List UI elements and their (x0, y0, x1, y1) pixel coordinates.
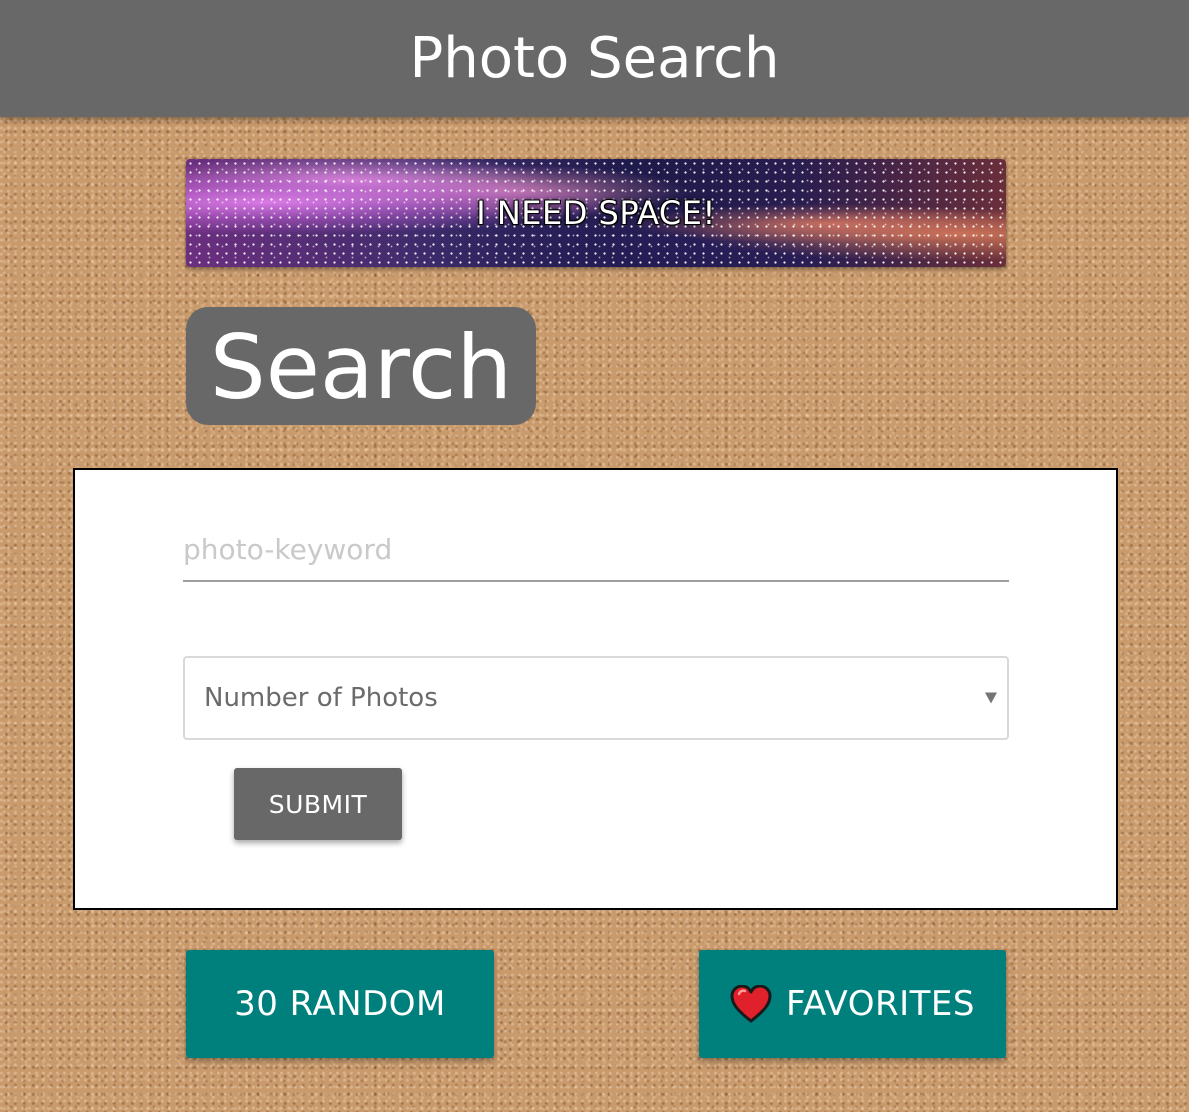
search-heading: Search (186, 307, 536, 425)
random-photos-label: 30 RANDOM (234, 984, 446, 1024)
space-banner[interactable]: I NEED SPACE! (186, 159, 1006, 267)
chevron-down-icon (985, 692, 997, 704)
submit-button[interactable]: SUBMIT (234, 768, 402, 840)
search-form: Number of Photos SUBMIT (73, 468, 1118, 910)
random-photos-button[interactable]: 30 RANDOM (186, 950, 494, 1058)
app-header: Photo Search (0, 0, 1189, 117)
keyword-input[interactable] (183, 518, 1009, 582)
favorites-button[interactable]: FAVORITES (699, 950, 1006, 1058)
search-heading-text: Search (209, 316, 513, 419)
heart-icon (730, 985, 772, 1023)
favorites-label: FAVORITES (786, 984, 975, 1024)
photo-count-select[interactable]: Number of Photos (183, 656, 1009, 740)
space-banner-label: I NEED SPACE! (476, 194, 716, 232)
app-title: Photo Search (409, 25, 780, 91)
photo-count-select-label: Number of Photos (204, 683, 438, 713)
